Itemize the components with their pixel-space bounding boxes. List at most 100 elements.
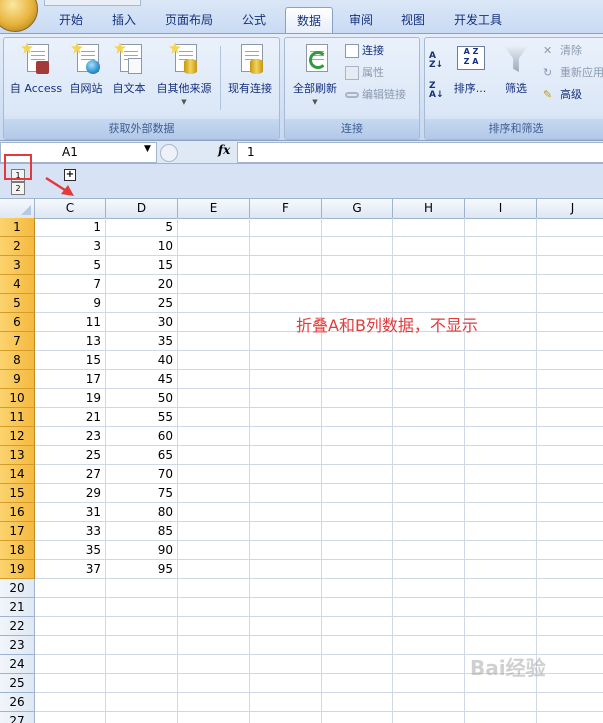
cell-c16[interactable]: 31: [35, 503, 106, 522]
row-header[interactable]: 16: [0, 503, 35, 522]
cell-c8[interactable]: 15: [35, 351, 106, 370]
refresh-all-button[interactable]: 全部刷新 ▼: [287, 42, 343, 106]
filter-button[interactable]: 筛选: [497, 42, 535, 96]
column-header-h[interactable]: H: [393, 199, 465, 218]
cell-d22[interactable]: [106, 617, 178, 636]
outline-level-2-button[interactable]: 2: [11, 182, 25, 195]
cell-c13[interactable]: 25: [35, 446, 106, 465]
advanced-filter-button[interactable]: ✎ 高级: [543, 86, 582, 104]
cell-d7[interactable]: 35: [106, 332, 178, 351]
row-header[interactable]: 8: [0, 351, 35, 370]
cell-d8[interactable]: 40: [106, 351, 178, 370]
row-header[interactable]: 7: [0, 332, 35, 351]
cell-c17[interactable]: 33: [35, 522, 106, 541]
tab-developer[interactable]: 开发工具: [445, 7, 511, 33]
cell-d13[interactable]: 65: [106, 446, 178, 465]
row-header[interactable]: 3: [0, 256, 35, 275]
row-header[interactable]: 23: [0, 636, 35, 655]
chevron-down-icon[interactable]: ▼: [144, 144, 151, 154]
tab-insert[interactable]: 插入: [103, 7, 145, 33]
cell-c15[interactable]: 29: [35, 484, 106, 503]
from-web-button[interactable]: 自网站: [66, 42, 106, 96]
cell-c12[interactable]: 23: [35, 427, 106, 446]
formula-bar-resize-handle[interactable]: [160, 144, 178, 162]
cell-c11[interactable]: 21: [35, 408, 106, 427]
from-other-sources-button[interactable]: 自其他来源 ▼: [152, 42, 216, 106]
row-header[interactable]: 18: [0, 541, 35, 560]
row-header[interactable]: 10: [0, 389, 35, 408]
row-header[interactable]: 13: [0, 446, 35, 465]
quick-access-toolbar[interactable]: [44, 0, 141, 6]
row-header[interactable]: 6: [0, 313, 35, 332]
cell-c25[interactable]: [35, 674, 106, 693]
row-header[interactable]: 21: [0, 598, 35, 617]
sort-a-to-z-button[interactable]: A Z↓: [429, 52, 447, 70]
cell-c21[interactable]: [35, 598, 106, 617]
row-header[interactable]: 20: [0, 579, 35, 598]
cell-c24[interactable]: [35, 655, 106, 674]
row-header[interactable]: 17: [0, 522, 35, 541]
column-header-c[interactable]: C: [35, 199, 106, 218]
row-header[interactable]: 12: [0, 427, 35, 446]
column-header-i[interactable]: I: [465, 199, 537, 218]
cell-c27[interactable]: [35, 712, 106, 723]
cell-d2[interactable]: 10: [106, 237, 178, 256]
cell-d5[interactable]: 25: [106, 294, 178, 313]
tab-home[interactable]: 开始: [50, 7, 92, 33]
cell-d27[interactable]: [106, 712, 178, 723]
insert-function-icon[interactable]: fx: [218, 143, 230, 157]
cell-d11[interactable]: 55: [106, 408, 178, 427]
row-header[interactable]: 5: [0, 294, 35, 313]
cell-c22[interactable]: [35, 617, 106, 636]
cell-c23[interactable]: [35, 636, 106, 655]
cell-d26[interactable]: [106, 693, 178, 712]
row-header[interactable]: 11: [0, 408, 35, 427]
cell-c2[interactable]: 3: [35, 237, 106, 256]
existing-connections-button[interactable]: 现有连接: [224, 42, 276, 96]
cell-d24[interactable]: [106, 655, 178, 674]
cell-d25[interactable]: [106, 674, 178, 693]
tab-formulas[interactable]: 公式: [233, 7, 275, 33]
cell-d19[interactable]: 95: [106, 560, 178, 579]
from-text-button[interactable]: 自文本: [109, 42, 149, 96]
office-button[interactable]: [0, 0, 38, 32]
connections-button[interactable]: 连接: [345, 42, 384, 60]
cell-c19[interactable]: 37: [35, 560, 106, 579]
row-header[interactable]: 9: [0, 370, 35, 389]
cell-d9[interactable]: 45: [106, 370, 178, 389]
cell-c14[interactable]: 27: [35, 465, 106, 484]
cell-c3[interactable]: 5: [35, 256, 106, 275]
cell-c7[interactable]: 13: [35, 332, 106, 351]
row-header[interactable]: 14: [0, 465, 35, 484]
edit-links-button[interactable]: 编辑链接: [345, 86, 406, 104]
cell-c1[interactable]: 1: [35, 218, 106, 237]
cell-d3[interactable]: 15: [106, 256, 178, 275]
cell-c6[interactable]: 11: [35, 313, 106, 332]
from-access-button[interactable]: 自 Access: [6, 42, 66, 96]
cell-d14[interactable]: 70: [106, 465, 178, 484]
column-header-e[interactable]: E: [178, 199, 250, 218]
cell-c9[interactable]: 17: [35, 370, 106, 389]
row-header[interactable]: 19: [0, 560, 35, 579]
reapply-button[interactable]: ↻ 重新应用: [543, 64, 603, 82]
formula-input[interactable]: 1: [237, 142, 603, 163]
cell-d12[interactable]: 60: [106, 427, 178, 446]
cell-d20[interactable]: [106, 579, 178, 598]
clear-filter-button[interactable]: ✕ 清除: [543, 42, 582, 60]
cell-c5[interactable]: 9: [35, 294, 106, 313]
tab-page-layout[interactable]: 页面布局: [156, 7, 222, 33]
cell-d16[interactable]: 80: [106, 503, 178, 522]
column-header-j[interactable]: J: [537, 199, 603, 218]
cell-d6[interactable]: 30: [106, 313, 178, 332]
cell-d1[interactable]: 5: [106, 218, 178, 237]
row-header[interactable]: 24: [0, 655, 35, 674]
properties-button[interactable]: 属性: [345, 64, 384, 82]
row-header[interactable]: 22: [0, 617, 35, 636]
cell-d21[interactable]: [106, 598, 178, 617]
cell-c20[interactable]: [35, 579, 106, 598]
column-header-g[interactable]: G: [322, 199, 393, 218]
cell-c10[interactable]: 19: [35, 389, 106, 408]
row-header[interactable]: 15: [0, 484, 35, 503]
row-header[interactable]: 25: [0, 674, 35, 693]
select-all-button[interactable]: [0, 199, 35, 218]
